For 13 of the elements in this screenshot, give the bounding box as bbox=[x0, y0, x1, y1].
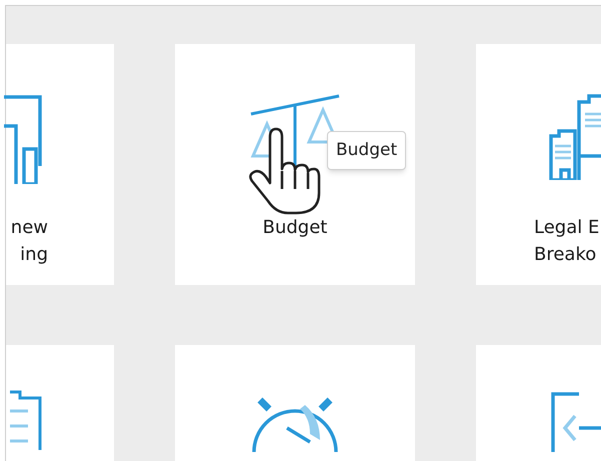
hand-cursor-icon bbox=[248, 127, 322, 215]
tile-card[interactable]: Legal E Breako bbox=[476, 44, 601, 285]
tile-card[interactable] bbox=[6, 345, 114, 461]
tile-label: Budget bbox=[262, 216, 328, 240]
tile-label: Legal E Breako bbox=[534, 216, 600, 267]
document-icon bbox=[10, 390, 44, 450]
tile-card[interactable]: new ing bbox=[6, 44, 114, 285]
tile-card[interactable] bbox=[175, 345, 415, 461]
tooltip: Budget bbox=[327, 131, 406, 170]
tile-card[interactable] bbox=[476, 345, 601, 461]
bar-chart-icon bbox=[4, 94, 44, 184]
tile-label: new ing bbox=[10, 216, 48, 267]
office-buildings-icon bbox=[549, 94, 601, 180]
